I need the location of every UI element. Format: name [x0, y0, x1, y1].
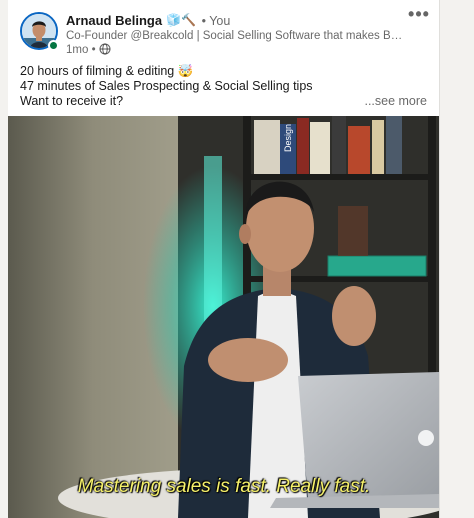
video-subtitle: Mastering sales is fast. Really fast.: [77, 476, 371, 497]
post-video[interactable]: Design Mastering sales is fast. Really f…: [8, 116, 439, 518]
author-name[interactable]: Arnaud Belinga: [66, 13, 162, 28]
post-meta: 1mo •: [66, 43, 111, 57]
ice-cube-icon: 🧊: [166, 13, 182, 27]
post-time: 1mo •: [66, 44, 96, 56]
online-status-dot: [48, 40, 59, 51]
post-header: Arnaud Belinga 🧊🔨 • You Co-Founder @Break…: [8, 0, 439, 60]
feed-post-card: Arnaud Belinga 🧊🔨 • You Co-Founder @Break…: [8, 0, 440, 518]
author-badge-icons: 🧊🔨: [166, 12, 196, 29]
right-gutter: [440, 0, 474, 518]
relation-label: • You: [201, 14, 231, 28]
globe-icon: [99, 43, 111, 59]
more-horizontal-icon[interactable]: •••: [406, 5, 432, 28]
video-frame: Design: [8, 116, 439, 518]
author-name-row: Arnaud Belinga 🧊🔨 • You: [66, 12, 230, 29]
author-headline: Co-Founder @Breakcold | Social Selling S…: [66, 30, 406, 42]
see-more-link[interactable]: ...see more: [364, 94, 427, 109]
post-text-line: 47 minutes of Sales Prospecting & Social…: [20, 79, 313, 93]
post-text-line: 20 hours of filming & editing 🤯: [20, 64, 194, 78]
book-spine-text: Design: [283, 124, 293, 152]
author-avatar[interactable]: [20, 12, 59, 51]
hammer-icon: 🔨: [181, 13, 196, 27]
